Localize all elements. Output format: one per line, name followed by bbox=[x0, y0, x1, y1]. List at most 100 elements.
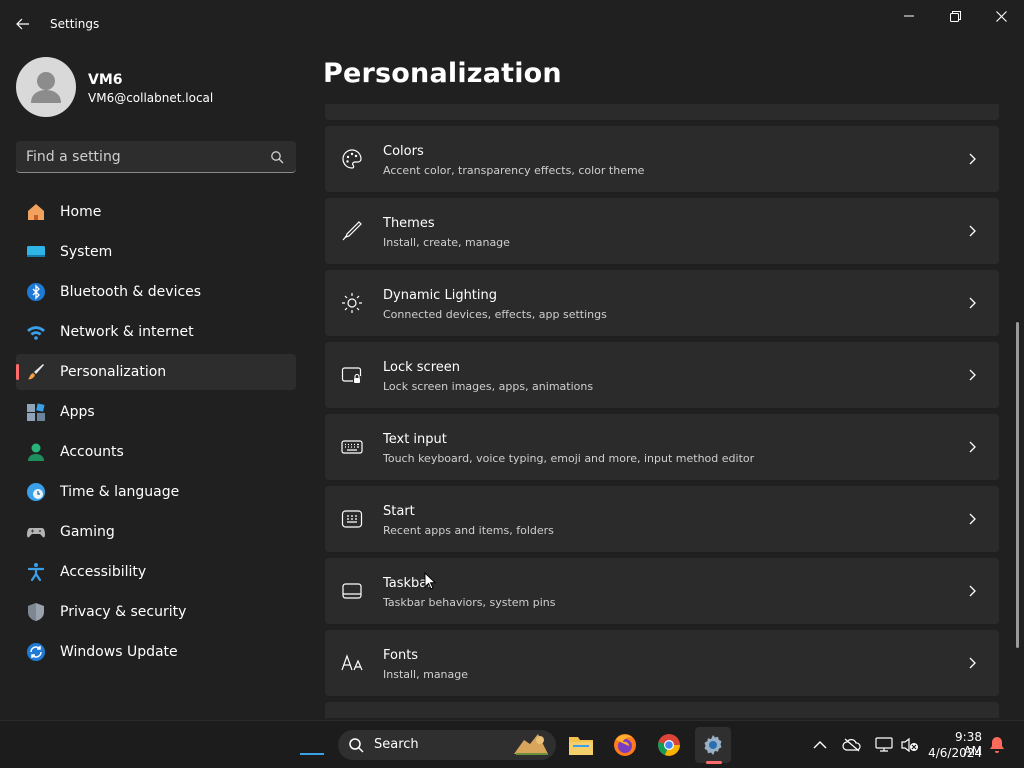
sidebar-item-label: Accounts bbox=[60, 444, 124, 460]
chevron-right-icon bbox=[969, 657, 976, 669]
settings-card-themes[interactable]: Themes Install, create, manage bbox=[325, 198, 999, 264]
settings-card-lock-screen[interactable]: Lock screen Lock screen images, apps, an… bbox=[325, 342, 999, 408]
search-icon bbox=[271, 151, 284, 164]
chevron-right-icon bbox=[969, 297, 976, 309]
card-description: Lock screen images, apps, animations bbox=[383, 380, 594, 393]
sun-lighting-icon bbox=[341, 292, 363, 314]
sidebar-item-label: System bbox=[60, 244, 113, 260]
search-input[interactable] bbox=[26, 147, 261, 167]
search-icon bbox=[349, 738, 364, 753]
network-icon[interactable] bbox=[874, 735, 894, 755]
active-indicator bbox=[16, 364, 19, 380]
sidebar-item-personalization[interactable]: Personalization bbox=[16, 354, 296, 390]
notification-bell-icon[interactable] bbox=[987, 735, 1007, 755]
firefox-icon[interactable] bbox=[607, 727, 643, 763]
sidebar-item-privacy-security[interactable]: Privacy & security bbox=[16, 594, 296, 630]
settings-card-partial[interactable] bbox=[325, 104, 999, 120]
chevron-right-icon bbox=[969, 513, 976, 525]
sidebar-item-home[interactable]: Home bbox=[16, 194, 296, 230]
back-button[interactable] bbox=[8, 9, 38, 39]
taskbar-search[interactable]: Search bbox=[338, 730, 556, 760]
card-title: Start bbox=[383, 504, 415, 519]
sidebar-item-label: Privacy & security bbox=[60, 604, 187, 620]
card-description: Accent color, transparency effects, colo… bbox=[383, 164, 645, 177]
card-description: Touch keyboard, voice typing, emoji and … bbox=[383, 452, 755, 465]
volume-muted-icon[interactable] bbox=[900, 735, 920, 755]
chevron-right-icon bbox=[969, 225, 976, 237]
chevron-up-icon[interactable] bbox=[810, 735, 830, 755]
apps-icon bbox=[26, 402, 46, 422]
settings-card-colors[interactable]: Colors Accent color, transparency effect… bbox=[325, 126, 999, 192]
sidebar-item-label: Home bbox=[60, 204, 102, 220]
pen-brush-icon bbox=[341, 220, 363, 242]
close-button[interactable] bbox=[978, 0, 1024, 32]
clock-globe-icon bbox=[26, 482, 46, 502]
chevron-right-icon bbox=[969, 585, 976, 597]
card-description: Install, manage bbox=[383, 668, 469, 681]
avatar[interactable] bbox=[16, 57, 76, 117]
title-bar: Settings bbox=[0, 0, 1024, 48]
card-title: Text input bbox=[383, 432, 447, 447]
sidebar-item-time-language[interactable]: Time & language bbox=[16, 474, 296, 510]
taskbar-widget-indicator bbox=[300, 753, 324, 755]
minimize-button[interactable] bbox=[886, 0, 932, 32]
mouse-cursor-icon bbox=[424, 572, 436, 590]
sidebar-item-apps[interactable]: Apps bbox=[16, 394, 296, 430]
settings-card-text-input[interactable]: Text input Touch keyboard, voice typing,… bbox=[325, 414, 999, 480]
sidebar-item-label: Windows Update bbox=[60, 644, 178, 660]
sidebar-item-label: Network & internet bbox=[60, 324, 194, 340]
settings-card-taskbar[interactable]: Taskbar Taskbar behaviors, system pins bbox=[325, 558, 999, 624]
card-description: Install, create, manage bbox=[383, 236, 510, 249]
sidebar-item-label: Bluetooth & devices bbox=[60, 284, 202, 300]
sidebar-item-label: Personalization bbox=[60, 364, 167, 380]
update-icon bbox=[26, 642, 46, 662]
sidebar-item-system[interactable]: System bbox=[16, 234, 296, 270]
find-setting-search[interactable] bbox=[16, 141, 296, 173]
palette-icon bbox=[341, 148, 363, 170]
taskbar-date[interactable]: 4/6/2024 bbox=[926, 746, 982, 760]
sidebar-item-label: Gaming bbox=[60, 524, 115, 540]
vertical-scrollbar[interactable] bbox=[1016, 322, 1019, 648]
close-icon bbox=[995, 10, 1007, 22]
sidebar-item-bluetooth[interactable]: Bluetooth & devices bbox=[16, 274, 296, 310]
brush-icon bbox=[26, 362, 46, 382]
settings-card-dynamic-lighting[interactable]: Dynamic Lighting Connected devices, effe… bbox=[325, 270, 999, 336]
settings-card-start[interactable]: Start Recent apps and items, folders bbox=[325, 486, 999, 552]
accounts-icon bbox=[26, 442, 46, 462]
sidebar-item-label: Apps bbox=[60, 404, 95, 420]
app-title: Settings bbox=[50, 17, 100, 31]
card-title: Fonts bbox=[383, 648, 419, 663]
home-icon bbox=[26, 202, 46, 222]
minimize-icon bbox=[904, 15, 914, 17]
keyboard-icon bbox=[341, 436, 363, 458]
maximize-button[interactable] bbox=[932, 0, 978, 32]
settings-card-partial[interactable] bbox=[325, 702, 999, 718]
chevron-right-icon bbox=[969, 369, 976, 381]
chrome-icon[interactable] bbox=[651, 727, 687, 763]
bluetooth-icon bbox=[26, 282, 46, 302]
system-icon bbox=[26, 242, 46, 262]
sidebar-item-gaming[interactable]: Gaming bbox=[16, 514, 296, 550]
back-arrow-icon bbox=[16, 18, 29, 30]
restore-icon bbox=[949, 10, 961, 22]
wifi-icon bbox=[26, 322, 46, 342]
page-title: Personalization bbox=[323, 58, 562, 89]
user-silhouette-icon bbox=[31, 72, 61, 103]
sidebar-item-label: Time & language bbox=[60, 484, 180, 500]
sidebar-item-windows-update[interactable]: Windows Update bbox=[16, 634, 296, 670]
profile-email: VM6@collabnet.local bbox=[88, 91, 214, 105]
sidebar-item-accounts[interactable]: Accounts bbox=[16, 434, 296, 470]
chevron-right-icon bbox=[969, 441, 976, 453]
sidebar-item-accessibility[interactable]: Accessibility bbox=[16, 554, 296, 590]
settings-card-fonts[interactable]: Fonts Install, manage bbox=[325, 630, 999, 696]
card-title: Lock screen bbox=[383, 360, 460, 375]
file-explorer-icon[interactable] bbox=[563, 727, 599, 763]
settings-list: Colors Accent color, transparency effect… bbox=[325, 104, 999, 718]
sidebar-item-network[interactable]: Network & internet bbox=[16, 314, 296, 350]
taskbar: Search 9:38 AM 4/6/2024 bbox=[0, 720, 1024, 768]
cloud-off-icon[interactable] bbox=[842, 735, 862, 755]
taskbar-icon bbox=[341, 580, 363, 602]
active-app-indicator bbox=[706, 761, 722, 764]
settings-icon[interactable] bbox=[695, 727, 731, 763]
search-highlight-icon bbox=[514, 734, 548, 755]
